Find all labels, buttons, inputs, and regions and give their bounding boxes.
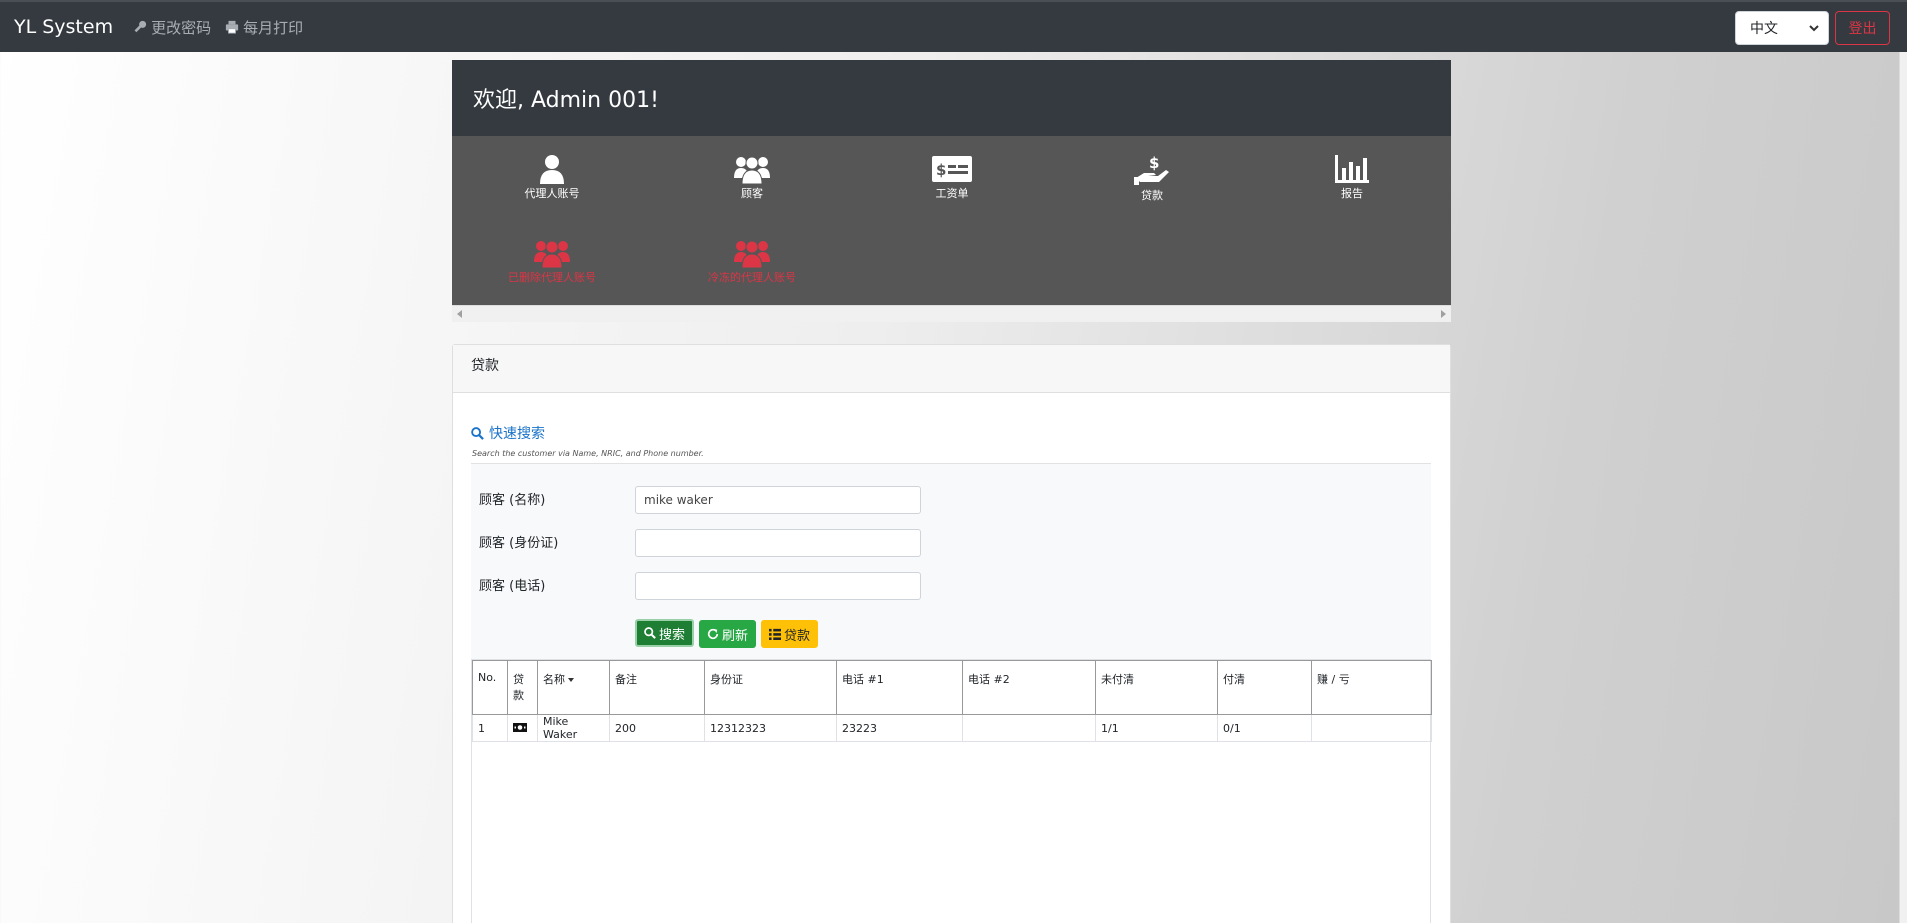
- menu-report[interactable]: 报告: [1282, 154, 1422, 201]
- cell-paid: 0/1: [1217, 714, 1312, 742]
- page-scrollbar[interactable]: [1899, 52, 1907, 923]
- money-bill-icon: [513, 722, 527, 732]
- print-icon: [225, 20, 239, 34]
- menu-deleted-agents-label: 已删除代理人账号: [508, 271, 596, 284]
- chevron-down-icon: [1809, 25, 1819, 32]
- top-navbar: YL System 更改密码 每月打印 中文 登出: [0, 0, 1907, 52]
- refresh-button-label: 刷新: [721, 628, 748, 644]
- customer-phone-label: 顾客 (电话): [479, 579, 546, 594]
- menu-frozen-agents[interactable]: 冷冻的代理人账号: [682, 238, 822, 285]
- customer-nric-label: 顾客 (身份证): [479, 536, 559, 551]
- quick-search-heading: 快速搜索: [471, 423, 545, 443]
- check-icon: $: [932, 156, 972, 182]
- key-icon: [134, 20, 147, 33]
- search-button-label: 搜索: [658, 627, 685, 643]
- language-selected-value: 中文: [1750, 21, 1778, 37]
- sort-caret-icon: [568, 678, 574, 682]
- cell-phone2: [962, 714, 1096, 742]
- menu-agent-account-label: 代理人账号: [524, 187, 580, 200]
- scroll-left-arrow-icon[interactable]: [457, 310, 462, 318]
- col-header-phone2: 电话 #2: [962, 660, 1096, 715]
- refresh-icon: [707, 628, 719, 640]
- cell-phone1: 23223: [836, 714, 963, 742]
- col-header-name-label: 名称: [543, 673, 565, 686]
- users-icon: [734, 156, 770, 184]
- hand-holding-usd-icon: $: [1134, 154, 1169, 185]
- table-header-row: No. 贷款 名称 备注 身份证 电话 #1 电话 #2 未付清 付清 赚 / …: [472, 660, 1432, 715]
- cell-remark: 200: [609, 714, 705, 742]
- welcome-banner: 欢迎, Admin 001!: [452, 60, 1451, 136]
- customer-name-label: 顾客 (名称): [479, 493, 546, 508]
- loan-list-button[interactable]: 贷款: [761, 620, 818, 648]
- dashboard-menu: 代理人账号 顾客 $ 工资单 $ 贷款 报告 已删除代理人账号 冷冻的代理人账号: [452, 136, 1451, 305]
- quick-search-label: 快速搜索: [489, 426, 545, 442]
- col-header-remark: 备注: [609, 660, 705, 715]
- svg-text:$: $: [936, 161, 946, 179]
- language-select[interactable]: 中文: [1735, 11, 1829, 45]
- change-password-label: 更改密码: [151, 18, 212, 37]
- refresh-button[interactable]: 刷新: [699, 620, 756, 648]
- menu-loan-label: 贷款: [1141, 189, 1163, 202]
- search-hint: Search the customer via Name, NRIC, and …: [472, 449, 704, 458]
- brand-link[interactable]: YL System: [14, 16, 113, 38]
- change-password-link[interactable]: 更改密码: [133, 17, 211, 38]
- cell-loan[interactable]: [507, 714, 538, 742]
- monthly-print-link[interactable]: 每月打印: [225, 17, 303, 38]
- logout-button[interactable]: 登出: [1835, 11, 1890, 45]
- col-header-name[interactable]: 名称: [537, 660, 610, 715]
- menu-agent-account[interactable]: 代理人账号: [482, 154, 622, 201]
- menu-horizontal-scrollbar[interactable]: [452, 305, 1451, 322]
- svg-text:$: $: [1149, 154, 1159, 172]
- menu-deleted-agents[interactable]: 已删除代理人账号: [482, 238, 622, 285]
- menu-frozen-agents-label: 冷冻的代理人账号: [708, 271, 796, 284]
- col-header-paid: 付清: [1217, 660, 1312, 715]
- table-row[interactable]: 1 Mike Waker 200 12312323 23223 1/1 0/1: [472, 714, 1432, 742]
- search-icon: [471, 426, 484, 440]
- menu-report-label: 报告: [1341, 187, 1363, 200]
- customer-nric-input[interactable]: [635, 529, 921, 557]
- loan-list-button-label: 贷款: [783, 628, 810, 644]
- bar-chart-icon: [1335, 155, 1369, 183]
- menu-payroll-label: 工资单: [935, 187, 969, 200]
- customer-table: No. 贷款 名称 备注 身份证 电话 #1 电话 #2 未付清 付清 赚 / …: [471, 659, 1432, 923]
- menu-customers[interactable]: 顾客: [682, 154, 822, 201]
- menu-payroll[interactable]: $ 工资单: [882, 154, 1022, 201]
- cell-profit: [1311, 714, 1432, 742]
- card-header: 贷款: [453, 345, 1450, 393]
- cell-name: Mike Waker: [537, 714, 610, 742]
- search-form: 顾客 (名称) mike waker 顾客 (身份证) 顾客 (电话) 搜索 刷…: [471, 464, 1431, 659]
- cell-unpaid: 1/1: [1095, 714, 1218, 742]
- menu-customers-label: 顾客: [741, 187, 763, 200]
- list-icon: [768, 628, 781, 640]
- col-header-nric: 身份证: [704, 660, 837, 715]
- search-icon: [644, 627, 656, 639]
- col-header-phone1: 电话 #1: [836, 660, 963, 715]
- col-header-no: No.: [472, 660, 508, 715]
- customer-name-input[interactable]: mike waker: [635, 486, 921, 514]
- welcome-title: 欢迎, Admin 001!: [473, 88, 659, 113]
- cell-no: 1: [472, 714, 508, 742]
- scroll-right-arrow-icon[interactable]: [1441, 310, 1446, 318]
- search-button[interactable]: 搜索: [635, 619, 694, 647]
- col-header-unpaid: 未付清: [1095, 660, 1218, 715]
- col-header-loan: 贷款: [507, 660, 538, 715]
- col-header-profit: 赚 / 亏: [1311, 660, 1432, 715]
- customer-phone-input[interactable]: [635, 572, 921, 600]
- monthly-print-label: 每月打印: [243, 18, 304, 37]
- users-icon: [534, 240, 570, 268]
- loan-search-card: 贷款 快速搜索 Search the customer via Name, NR…: [452, 344, 1451, 923]
- user-icon: [540, 155, 564, 184]
- users-icon: [734, 240, 770, 268]
- menu-loan[interactable]: $ 贷款: [1082, 154, 1222, 203]
- cell-nric: 12312323: [704, 714, 837, 742]
